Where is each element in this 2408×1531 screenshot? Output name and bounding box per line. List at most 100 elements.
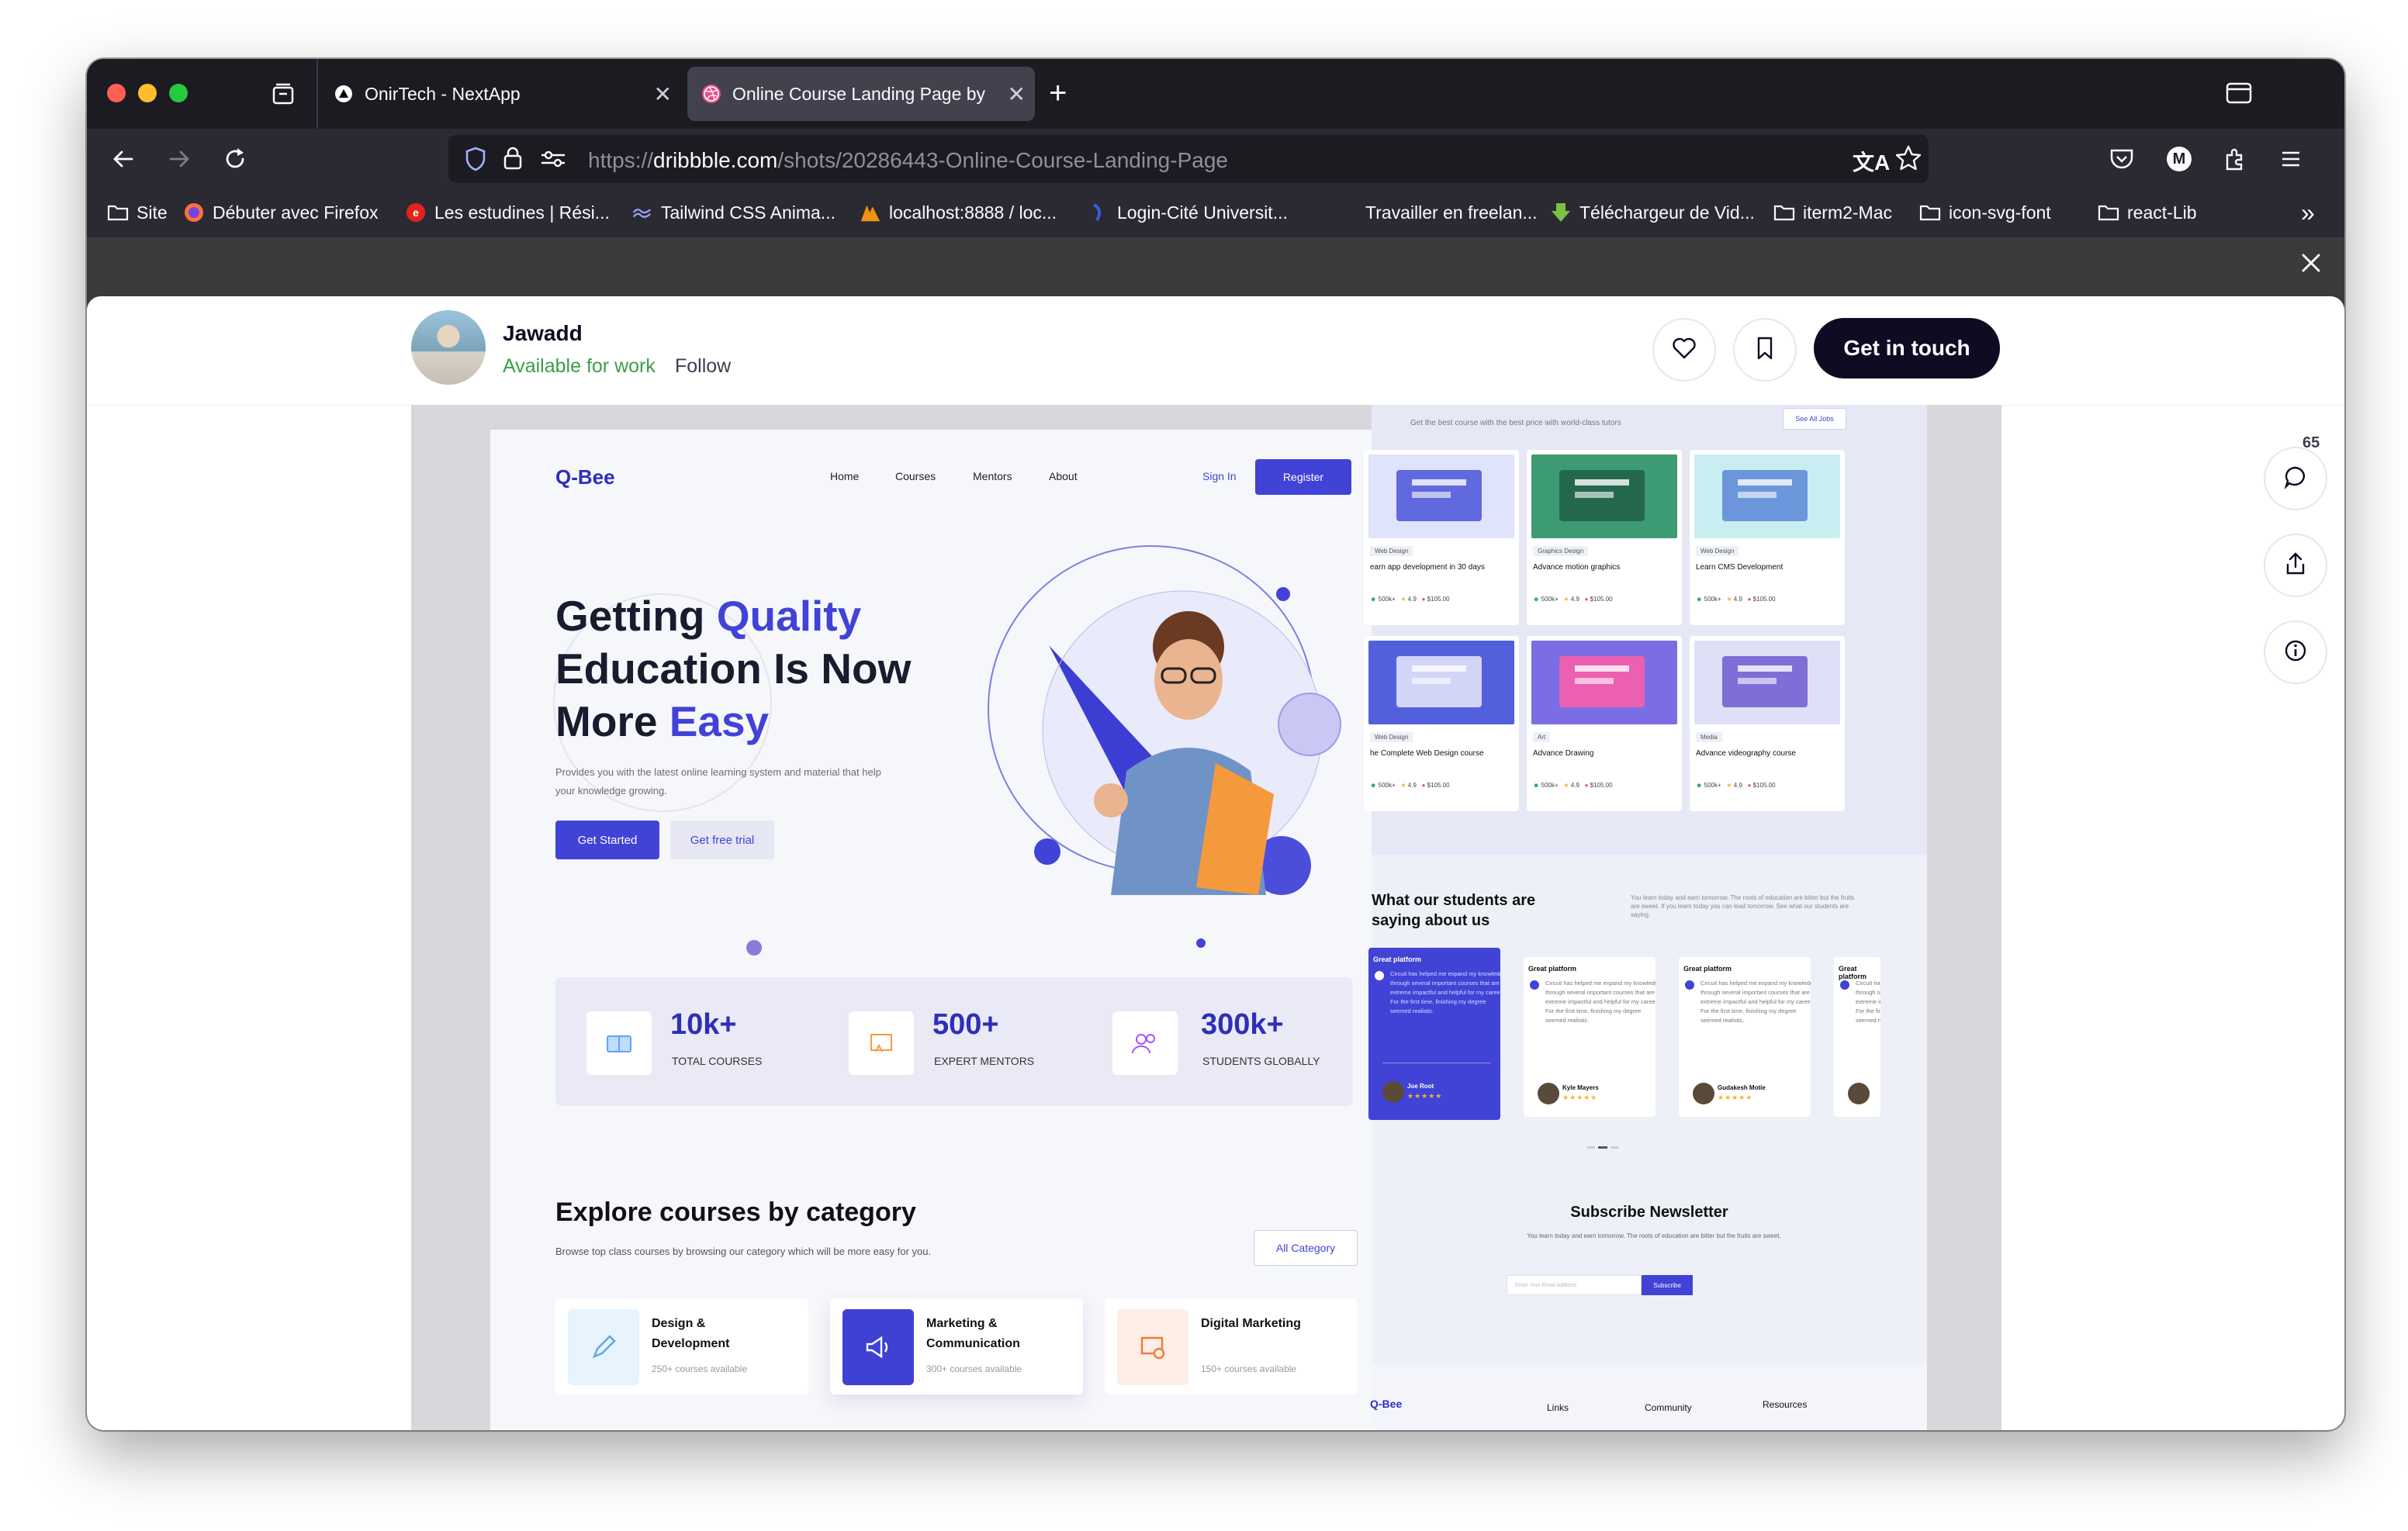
bookmark-cite[interactable]: Login-Cité Universit... — [1088, 200, 1288, 225]
folder-icon — [1773, 202, 1795, 223]
minimize-window-button[interactable] — [138, 84, 157, 102]
category-count: 300+ courses available — [926, 1363, 1022, 1374]
course-price: $105.00 — [1427, 782, 1450, 789]
share-button[interactable] — [2264, 534, 2327, 597]
lock-icon[interactable] — [503, 146, 523, 175]
stat-value: 10k+ — [670, 1008, 737, 1041]
extensions-icon[interactable] — [2217, 141, 2253, 177]
course-price: $105.00 — [1427, 596, 1450, 603]
bookmarks-overflow-icon[interactable]: » — [2301, 199, 2315, 226]
menu-icon[interactable] — [2273, 141, 2309, 177]
course-title: Learn CMS Development — [1696, 563, 1784, 572]
details-button[interactable] — [2264, 620, 2327, 684]
account-avatar[interactable]: M — [2161, 141, 2197, 177]
new-tab-icon[interactable]: + — [1049, 76, 1067, 110]
course-tag: Graphics Design — [1533, 546, 1589, 556]
course-meta: ☻ 500k+ ★ 4.9 ● $105.00 — [1533, 596, 1613, 603]
course-price: $105.00 — [1752, 596, 1776, 603]
designer-name[interactable]: Jawadd — [503, 321, 583, 346]
bookmark-firefox[interactable]: Débuter avec Firefox — [183, 200, 378, 225]
save-button[interactable] — [1733, 318, 1797, 382]
stat-label: EXPERT MENTORS — [934, 1055, 1035, 1067]
course-card: Web Design he Complete Web Design course ☻… — [1364, 636, 1519, 811]
testimonial-card: Great platform Circuit has helped me expa… — [1368, 948, 1500, 1120]
comment-count: 65 — [2302, 434, 2320, 451]
stat-value: 300k+ — [1201, 1008, 1284, 1041]
course-rating: 4.9 — [1407, 596, 1417, 603]
testimonial-heading: What our students are saying about us — [1372, 892, 1536, 929]
bookmark-estudines[interactable]: e Les estudines | Rési... — [405, 200, 610, 225]
course-card: Web Design earn app development in 30 day… — [1364, 450, 1519, 625]
newsletter-text: You learn today and earn tomorrow. The r… — [1527, 1232, 1781, 1239]
certificate-icon — [849, 1011, 914, 1075]
newsletter-email-input: Enter Your Email Address — [1507, 1275, 1642, 1295]
course-rating: 4.9 — [1570, 782, 1579, 789]
maximize-window-button[interactable] — [169, 84, 188, 102]
category-name: Digital Marketing — [1201, 1317, 1301, 1330]
get-in-touch-button[interactable]: Get in touch — [1814, 318, 2000, 378]
testimonial-name: Joe Root — [1407, 1083, 1434, 1090]
permissions-icon[interactable] — [540, 149, 566, 173]
course-rating: 4.9 — [1570, 596, 1579, 603]
tab-title: OnirTech - NextApp — [365, 83, 521, 104]
designer-avatar[interactable] — [411, 310, 486, 385]
stat-value: 500+ — [932, 1008, 999, 1041]
tracking-protection-icon[interactable] — [464, 146, 487, 176]
availability-status[interactable]: Available for work — [503, 355, 656, 378]
course-students: 500k+ — [1541, 596, 1559, 603]
bookmark-star-icon[interactable] — [1894, 144, 1922, 176]
course-tag: Web Design — [1370, 732, 1413, 742]
comments-button[interactable] — [2264, 447, 2327, 510]
bookmark-icon-svg-font[interactable]: icon-svg-font — [1919, 200, 2051, 225]
follow-link[interactable]: Follow — [675, 355, 731, 378]
category-card: Digital Marketing 150+ courses available — [1105, 1298, 1358, 1394]
course-price: $105.00 — [1752, 782, 1776, 789]
bookmark-malt[interactable]: Travailler en freelan... — [1336, 200, 1538, 225]
tab-overview-icon[interactable] — [270, 81, 296, 107]
course-title: Advance motion graphics — [1533, 563, 1621, 572]
course-thumbnail — [1694, 641, 1840, 724]
pocket-icon[interactable] — [2104, 141, 2140, 177]
reload-button[interactable] — [217, 141, 253, 177]
bookmarks-toolbar: Site Débuter avec Firefox e Les estudines… — [87, 189, 2344, 238]
tab-strip: OnirTech - NextApp ✕ Online Course Landi… — [87, 59, 2344, 129]
bookmark-downloader[interactable]: Téléchargeur de Vid... — [1550, 200, 1755, 225]
forward-button[interactable] — [161, 141, 197, 177]
url-text[interactable]: https://dribbble.com/shots/20286443-Onli… — [588, 148, 1228, 173]
download-icon — [1550, 202, 1572, 223]
megaphone-icon — [842, 1309, 914, 1385]
url-bar[interactable]: https://dribbble.com/shots/20286443-Onli… — [448, 135, 1929, 183]
course-students: 500k+ — [1378, 596, 1396, 603]
course-meta: ☻ 500k+ ★ 4.9 ● $105.00 — [1370, 596, 1450, 603]
bookmark-localhost[interactable]: localhost:8888 / loc... — [860, 200, 1057, 225]
category-count: 150+ courses available — [1201, 1363, 1297, 1374]
back-button[interactable] — [106, 141, 141, 177]
like-button[interactable] — [1652, 318, 1716, 382]
course-tag: Web Design — [1370, 546, 1413, 556]
close-tab-icon[interactable]: ✕ — [1008, 81, 1026, 107]
tab-dribbble[interactable]: Online Course Landing Page by ✕ — [687, 67, 1035, 121]
close-tab-icon[interactable]: ✕ — [654, 81, 672, 107]
shot-image[interactable]: Q-Bee Home Courses Mentors About Sign In… — [411, 405, 2001, 1430]
testimonial-body: Circuit has helped me expand my knowledg… — [1700, 980, 1811, 1024]
bookmark-tailwind[interactable]: Tailwind CSS Anima... — [631, 200, 836, 225]
translate-icon[interactable]: 文A — [1853, 146, 1890, 177]
dribbble-icon — [701, 84, 721, 104]
page-content: Jawadd Available for work Follow Get in … — [87, 237, 2344, 1430]
svg-text:e: e — [413, 206, 419, 219]
navigation-bar: https://dribbble.com/shots/20286443-Onli… — [87, 129, 2344, 189]
window-list-icon[interactable] — [2225, 81, 2253, 109]
close-modal-icon[interactable] — [2298, 250, 2324, 280]
close-window-button[interactable] — [107, 84, 126, 102]
tab-onirtech[interactable]: OnirTech - NextApp ✕ — [320, 67, 684, 121]
testimonial-title: Great platform — [1528, 965, 1577, 973]
landing-page-preview: Q-Bee Home Courses Mentors About Sign In… — [490, 430, 1418, 1430]
bookmark-iterm2[interactable]: iterm2-Mac — [1773, 200, 1892, 225]
share-icon — [2284, 551, 2307, 580]
estudines-icon: e — [405, 202, 427, 223]
bookmark-site[interactable]: Site — [107, 200, 168, 225]
bookmark-react-lib[interactable]: react-Lib — [2098, 200, 2196, 225]
course-students: 500k+ — [1378, 782, 1396, 789]
testimonial-avatar — [1693, 1083, 1714, 1104]
get-started-button: Get Started — [555, 821, 659, 859]
